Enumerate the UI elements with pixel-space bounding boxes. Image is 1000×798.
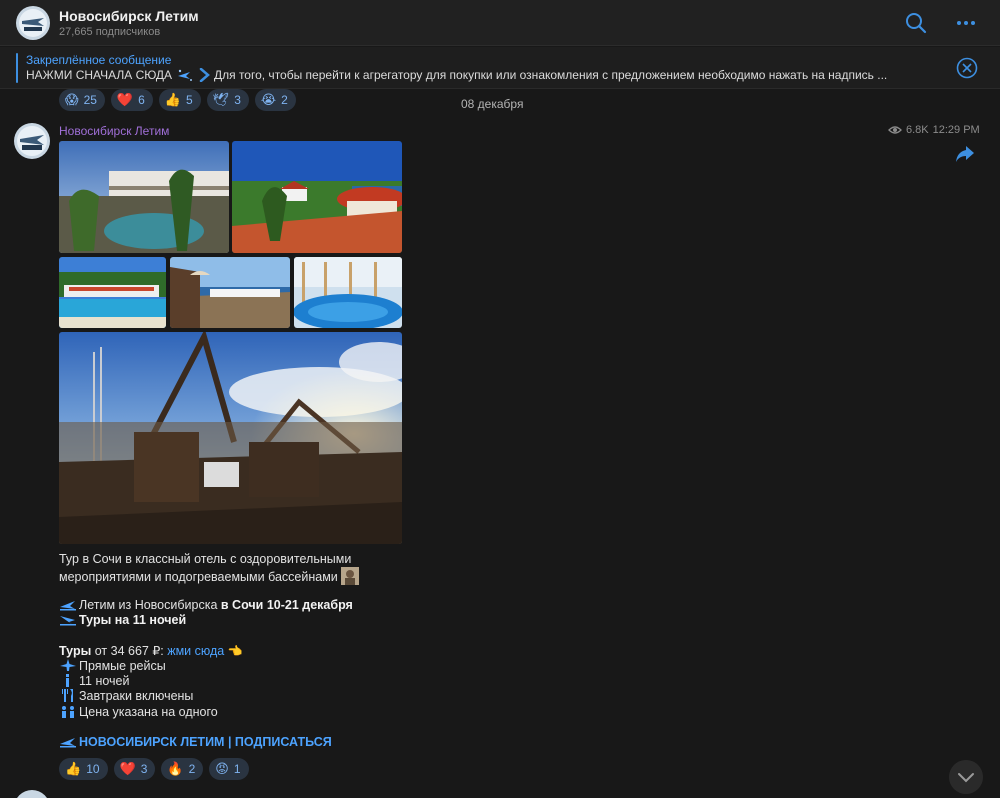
sparkle-plane-icon: [177, 69, 192, 81]
feature-direct-text: Прямые рейсы: [79, 659, 166, 673]
feature-price-text: Цена указана на одного: [79, 705, 218, 719]
photo-indoor-pool[interactable]: [294, 257, 402, 328]
post-time: 12:29 PM: [932, 124, 980, 136]
feature-nights: 11 ночей: [59, 674, 129, 689]
eye-icon: [888, 126, 902, 134]
tours-nights: Туры на 11 ночей: [79, 613, 187, 627]
reaction-pill[interactable]: 👍 5: [158, 89, 201, 111]
reaction-count: 3: [140, 762, 148, 776]
previous-post-reactions: 😱 25 ❤️ 6 👍 5 🕊 3 😭 2: [59, 89, 296, 111]
info-icon: [66, 674, 69, 687]
reaction-pill[interactable]: ❤️ 3: [113, 758, 156, 780]
price-value: от 34 667 ₽:: [91, 644, 168, 658]
subscribe-link[interactable]: НОВОСИБИРСК ЛЕТИМ | ПОДПИСАТЬСЯ: [79, 735, 332, 749]
post-author-name[interactable]: Новосибирск Летим: [59, 124, 169, 138]
feature-breakfast-text: Завтраки включены: [79, 689, 194, 703]
reaction-emoji: 🔥: [167, 761, 184, 776]
feature-direct-flights: Прямые рейсы: [59, 659, 166, 674]
reaction-pill[interactable]: 😱 25: [59, 89, 105, 111]
pinned-text-rest: Для того, чтобы перейти к агрегатору для…: [213, 68, 888, 82]
post-description-line2: мероприятиями и подогреваемыми бассейнам…: [59, 567, 360, 585]
photo-sunset-deck[interactable]: [59, 332, 402, 544]
reaction-count: 3: [234, 93, 241, 107]
feature-breakfast: Завтраки включены: [59, 689, 193, 704]
reaction-emoji: 😱: [65, 92, 79, 107]
post-meta: 6.8K 12:29 PM: [888, 124, 980, 136]
reaction-count: 10: [86, 762, 100, 776]
airplane-takeoff-icon: [60, 601, 76, 611]
share-icon[interactable]: [955, 145, 975, 163]
channel-avatar[interactable]: [16, 6, 50, 40]
reaction-pill[interactable]: 🔥 2: [161, 758, 204, 780]
price-label: Туры: [59, 644, 92, 658]
more-options-icon[interactable]: [955, 14, 977, 32]
reaction-emoji: 🕊: [212, 92, 230, 107]
reaction-pill[interactable]: 😡 1: [209, 758, 249, 780]
reaction-count: 2: [281, 93, 288, 107]
custom-emoji-thumbnail: [341, 567, 360, 585]
channel-title[interactable]: Новосибирск Летим: [59, 8, 199, 24]
subscribe-line: НОВОСИБИРСК ЛЕТИМ | ПОДПИСАТЬСЯ: [59, 735, 332, 750]
post-description-line2-text: мероприятиями и подогреваемыми бассейнам…: [59, 570, 338, 584]
reaction-count: 6: [138, 93, 145, 107]
post-reactions: 👍 10 ❤️ 3 🔥 2 😡 1: [59, 758, 249, 780]
pinned-text: НАЖМИ СНАЧАЛА СЮДА Для того, чтобы перей…: [26, 68, 946, 82]
search-icon[interactable]: [905, 12, 927, 34]
feature-nights-text: 11 ночей: [79, 674, 130, 688]
reaction-count: 2: [188, 762, 196, 776]
reaction-emoji: 😭: [260, 92, 277, 107]
airplane-icon: [60, 659, 76, 671]
reaction-emoji: ❤️: [116, 92, 134, 107]
pinned-message[interactable]: Закреплённое сообщение НАЖМИ СНАЧАЛА СЮД…: [0, 47, 1000, 89]
pointing-hand-icon: 👈: [227, 644, 243, 658]
chat-header: Новосибирск Летим 27,665 подписчиков: [0, 0, 1000, 46]
reaction-pill[interactable]: 🕊 3: [206, 89, 249, 111]
photo-red-roof-hotel[interactable]: [232, 141, 402, 253]
pinned-title: Закреплённое сообщение: [26, 53, 172, 67]
feature-price-per-person: Цена указана на одного: [59, 705, 218, 720]
reaction-emoji: ❤️: [119, 761, 136, 776]
family-icon: [62, 706, 74, 718]
photo-hotel-terrace[interactable]: [59, 141, 229, 253]
view-count: 6.8K: [906, 124, 929, 136]
pinned-text-bold: НАЖМИ СНАЧАЛА СЮДА: [26, 68, 172, 82]
next-post-avatar[interactable]: [14, 790, 50, 798]
reaction-emoji: 👍: [164, 92, 181, 107]
reaction-emoji: 😡: [215, 761, 229, 776]
reaction-pill[interactable]: ❤️ 6: [110, 89, 153, 111]
airplane-takeoff-icon: [60, 738, 76, 748]
reaction-emoji: 👍: [65, 761, 82, 776]
fly-destination: в Сочи 10-21 декабря: [220, 598, 353, 612]
close-pinned-icon[interactable]: [956, 57, 978, 79]
chevron-right-icon: [199, 68, 210, 82]
fly-prefix: Летим из Новосибирска: [79, 598, 221, 612]
reaction-count: 1: [233, 762, 241, 776]
reaction-count: 25: [83, 93, 97, 107]
reaction-count: 5: [185, 93, 193, 107]
pinned-accent-bar: [16, 53, 18, 83]
post-tours-line: Туры на 11 ночей: [59, 613, 186, 628]
price-link[interactable]: жми сюда: [167, 644, 224, 658]
photo-sea-terrace[interactable]: [170, 257, 290, 328]
post-price-line: Туры от 34 667 ₽: жми сюда 👈: [59, 644, 243, 659]
post-author-avatar[interactable]: [14, 123, 50, 159]
post-fly-line: Летим из Новосибирска в Сочи 10-21 декаб…: [59, 598, 353, 613]
photo-beach-pool[interactable]: [59, 257, 166, 328]
airplane-landing-icon: [60, 616, 76, 626]
reaction-pill[interactable]: 😭 2: [254, 89, 296, 111]
fork-knife-icon: [62, 689, 73, 702]
scroll-down-button[interactable]: [949, 760, 983, 794]
subscriber-count: 27,665 подписчиков: [59, 26, 161, 38]
post-description-line1: Тур в Сочи в классный отель с оздоровите…: [59, 552, 352, 566]
reaction-pill[interactable]: 👍 10: [59, 758, 108, 780]
date-separator: 08 декабря: [461, 97, 524, 111]
